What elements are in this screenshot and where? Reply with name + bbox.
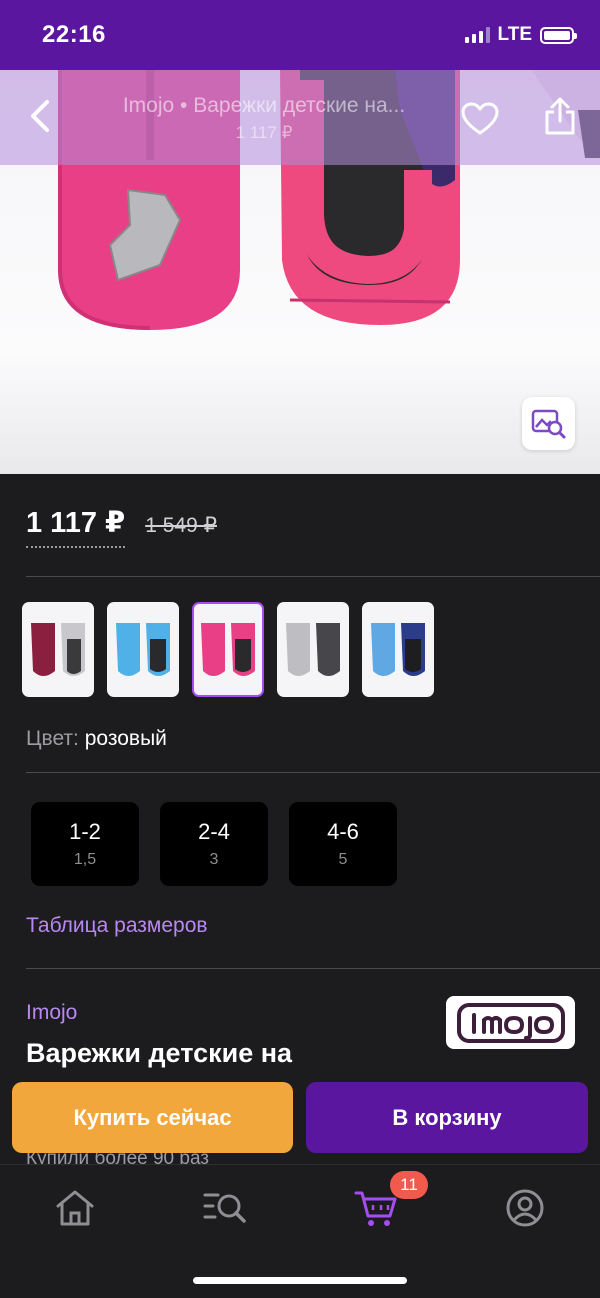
color-value: розовый [84,727,167,750]
status-indicators: LTE [464,24,577,46]
chevron-left-icon [31,100,49,132]
image-search-icon [531,409,565,438]
signal-icon [464,27,490,43]
tab-home[interactable] [47,1183,103,1233]
price-current[interactable]: 1 117 ₽ [26,505,126,548]
imojo-logo [456,1002,565,1043]
size-label: 4-6 [327,819,359,844]
brand-logo[interactable] [446,996,575,1049]
image-search-button[interactable] [522,397,575,450]
nav-subtitle: 1 117 ₽ [235,123,293,142]
size-sublabel: 1,5 [73,851,97,868]
home-icon [56,1190,94,1226]
brand-link[interactable]: Imojo [26,1001,77,1025]
size-option[interactable]: 4-6 5 [289,802,397,886]
divider [26,968,600,969]
size-option[interactable]: 2-4 3 [160,802,268,886]
cart-badge: 11 [390,1171,428,1199]
favorite-button[interactable] [458,97,502,141]
profile-icon [506,1189,544,1227]
size-options: 1-2 1,5 2-4 3 4-6 5 [31,802,397,886]
size-label: 1-2 [69,819,101,844]
back-button[interactable] [18,94,62,138]
swatch-blue-navy[interactable] [362,602,434,697]
network-label: LTE [497,24,532,45]
battery-icon [540,26,577,44]
share-icon [545,97,575,135]
size-sublabel: 3 [209,851,219,868]
swatch-pink[interactable] [192,602,264,697]
action-bar: Купить сейчас В корзину [12,1082,588,1154]
size-option[interactable]: 1-2 1,5 [31,802,139,886]
size-table-link[interactable]: Таблица размеров [26,914,208,938]
buy-now-button[interactable]: Купить сейчас [12,1082,293,1153]
nav-title: Imojo • Варежки детские на... [122,94,406,117]
swatch-grey[interactable] [277,602,349,697]
share-button[interactable] [538,94,582,138]
size-sublabel: 5 [338,851,348,868]
cart-icon [354,1191,397,1226]
swatch-burgundy[interactable] [22,602,94,697]
home-indicator [193,1277,407,1284]
top-nav: Imojo • Варежки детские на... 1 117 ₽ [0,70,600,165]
add-to-cart-button[interactable]: В корзину [306,1082,588,1153]
status-bar: 22:16 LTE [0,0,600,70]
tab-profile[interactable] [497,1183,553,1233]
divider [26,576,600,577]
color-swatches [22,602,434,697]
tab-catalog[interactable] [197,1183,253,1233]
price-old: 1 549 ₽ [145,514,217,537]
color-row: Цвет: розовый [26,727,167,751]
catalog-search-icon [203,1193,246,1223]
color-label: Цвет: [26,727,79,750]
swatch-light-blue[interactable] [107,602,179,697]
price-row: 1 117 ₽ 1 549 ₽ [26,505,217,548]
heart-icon [461,102,499,135]
divider [26,772,600,773]
status-time: 22:16 [42,21,106,48]
size-label: 2-4 [198,819,230,844]
